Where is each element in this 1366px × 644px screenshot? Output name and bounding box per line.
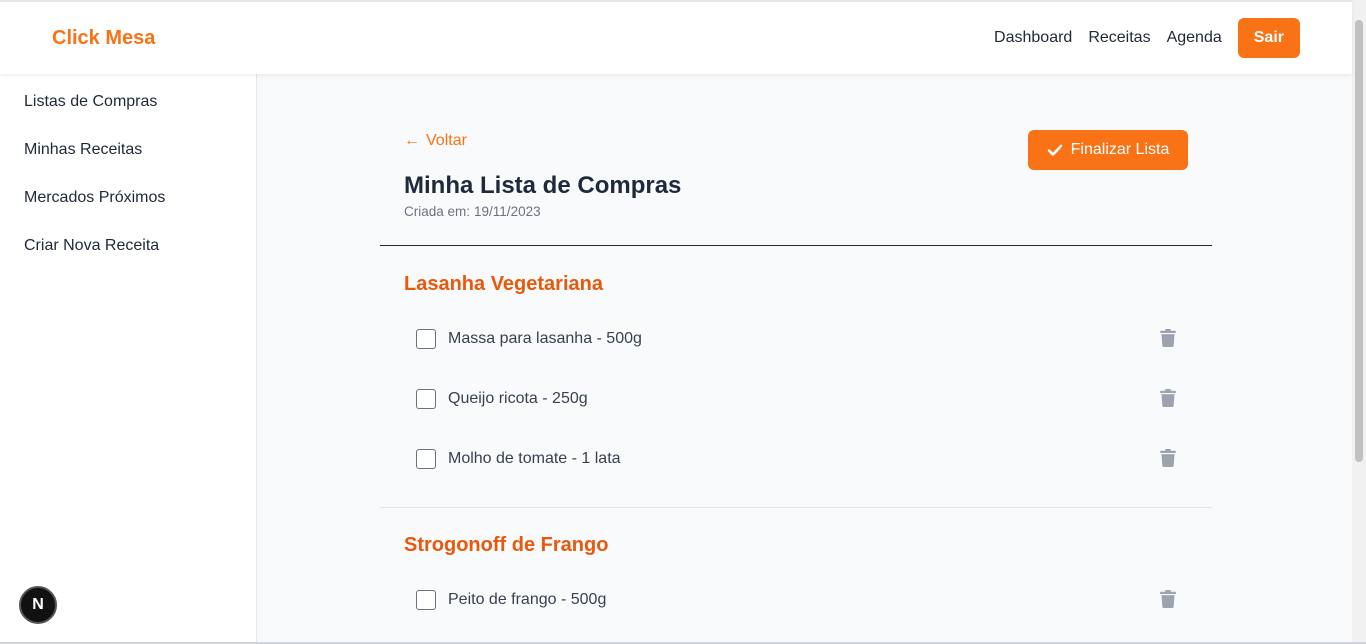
header-divider xyxy=(380,245,1212,246)
item-checkbox[interactable] xyxy=(416,329,436,349)
page-scrollbar[interactable] xyxy=(1352,0,1366,644)
arrow-left-icon: ← xyxy=(404,132,420,149)
item-checkbox[interactable] xyxy=(416,389,436,409)
sidebar-item-minhas-receitas[interactable]: Minhas Receitas xyxy=(0,140,256,188)
list-item: Peito de frango - 500g xyxy=(416,588,1176,612)
created-date: Criada em: 19/11/2023 xyxy=(404,204,541,219)
nav-dashboard[interactable]: Dashboard xyxy=(994,29,1072,47)
item-checkbox[interactable] xyxy=(416,449,436,469)
sidebar: Listas de Compras Minhas Receitas Mercad… xyxy=(0,74,257,644)
main-content: ← Voltar Minha Lista de Compras Criada e… xyxy=(257,74,1352,644)
page-title: Minha Lista de Compras xyxy=(404,172,682,199)
sidebar-item-listas-de-compras[interactable]: Listas de Compras xyxy=(0,92,256,140)
recipe-title: Strogonoff de Frango xyxy=(404,534,609,556)
item-label: Molho de tomate - 1 lata xyxy=(448,450,621,467)
trash-icon[interactable] xyxy=(1160,329,1176,347)
scrollbar-thumb[interactable] xyxy=(1355,20,1363,462)
finalize-list-button[interactable]: Finalizar Lista xyxy=(1028,130,1188,170)
created-date-value: 19/11/2023 xyxy=(474,204,541,219)
trash-icon[interactable] xyxy=(1160,449,1176,467)
nextjs-dev-badge[interactable]: N xyxy=(19,586,57,624)
item-label: Peito de frango - 500g xyxy=(448,591,607,608)
created-label: Criada em: xyxy=(404,204,471,219)
item-label: Queijo ricota - 250g xyxy=(448,390,588,407)
logout-button[interactable]: Sair xyxy=(1237,18,1300,58)
sidebar-item-mercados-proximos[interactable]: Mercados Próximos xyxy=(0,188,256,236)
sidebar-item-criar-nova-receita[interactable]: Criar Nova Receita xyxy=(0,236,256,284)
recipe-title: Lasanha Vegetariana xyxy=(404,273,603,295)
back-label: Voltar xyxy=(426,132,467,149)
item-label: Massa para lasanha - 500g xyxy=(448,330,642,347)
list-item: Queijo ricota - 250g xyxy=(416,387,1176,411)
trash-icon[interactable] xyxy=(1160,389,1176,407)
list-item: Molho de tomate - 1 lata xyxy=(416,447,1176,471)
brand-logo[interactable]: Click Mesa xyxy=(52,27,155,50)
check-icon xyxy=(1047,144,1062,156)
main-nav: Dashboard Receitas Agenda Sair xyxy=(994,18,1300,58)
trash-icon[interactable] xyxy=(1160,590,1176,608)
section-divider xyxy=(380,507,1212,508)
nav-agenda[interactable]: Agenda xyxy=(1167,29,1222,47)
finalize-label: Finalizar Lista xyxy=(1070,141,1170,158)
list-item: Massa para lasanha - 500g xyxy=(416,327,1176,351)
item-checkbox[interactable] xyxy=(416,590,436,610)
nav-receitas[interactable]: Receitas xyxy=(1088,29,1150,47)
top-navbar: Click Mesa Dashboard Receitas Agenda Sai… xyxy=(0,0,1352,74)
back-link[interactable]: ← Voltar xyxy=(404,132,467,150)
